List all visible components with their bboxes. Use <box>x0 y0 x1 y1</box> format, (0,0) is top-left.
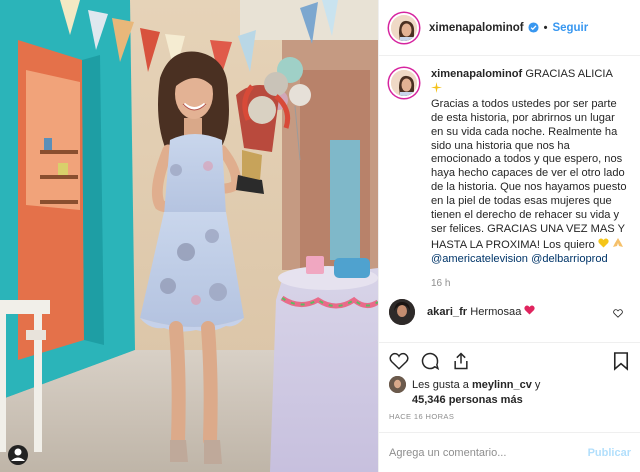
post-timestamp[interactable]: HACE 16 HORAS <box>389 412 454 421</box>
praying-hands-icon <box>612 237 624 251</box>
photo-scene <box>0 0 378 472</box>
likes-prefix: Les gusta a <box>412 378 469 391</box>
separator-dot: • <box>543 21 548 34</box>
action-bar <box>379 342 640 378</box>
comment-input[interactable] <box>389 446 588 459</box>
share-icon[interactable] <box>451 351 471 371</box>
verified-badge-icon <box>528 22 539 33</box>
comment-text-wrap: akari_fr Hermosaa <box>427 305 536 319</box>
sparkles-icon <box>431 81 442 96</box>
mention-link[interactable]: @delbarrioprod <box>531 253 608 265</box>
username-link[interactable]: ximenapalominof <box>429 22 524 34</box>
avatar[interactable] <box>389 298 415 325</box>
bookmark-icon[interactable] <box>613 351 629 374</box>
add-comment-bar: Publicar <box>379 432 640 472</box>
caption-time[interactable]: 16 h <box>431 277 627 291</box>
comment-username[interactable]: akari_fr <box>427 306 467 318</box>
caption-text: Gracias a todos ustedes por ser parte de… <box>431 97 627 251</box>
comments-section: ximenapalominof GRACIAS ALICIA Gracias a… <box>379 56 640 342</box>
likes-count[interactable]: 45,346 personas más <box>412 394 523 406</box>
caption-body: ximenapalominof GRACIAS ALICIA Gracias a… <box>431 68 627 291</box>
red-heart-icon <box>524 305 536 318</box>
avatar[interactable] <box>389 68 419 98</box>
liker-username[interactable]: meylinn_cv <box>472 378 532 392</box>
avatar-photo <box>389 376 406 393</box>
yellow-heart-icon <box>598 238 612 251</box>
avatar-photo <box>389 298 415 325</box>
comment-icon[interactable] <box>420 351 440 371</box>
caption: ximenapalominof GRACIAS ALICIA Gracias a… <box>389 68 631 291</box>
post-sidebar: ximenapalominof • Seguir ximenapalominof… <box>378 0 640 472</box>
comment-item: akari_fr Hermosaa <box>389 298 631 325</box>
avatar-photo <box>391 70 417 96</box>
follow-button[interactable]: Seguir <box>552 22 588 34</box>
caption-username[interactable]: ximenapalominof <box>431 68 522 80</box>
post-header: ximenapalominof • Seguir <box>379 0 640 56</box>
likes-joiner: y <box>534 378 541 391</box>
like-comment-icon[interactable] <box>613 308 623 321</box>
likes-summary: Les gusta a meylinn_cv y 45,346 personas… <box>389 376 634 407</box>
post-photo[interactable] <box>0 0 378 472</box>
comment-text: Hermosaa <box>470 306 522 319</box>
avatar[interactable] <box>389 12 419 43</box>
caption-greeting: GRACIAS ALICIA <box>525 68 613 80</box>
publish-button[interactable]: Publicar <box>588 447 631 459</box>
avatar-photo <box>391 14 417 41</box>
avatar[interactable] <box>389 376 406 393</box>
heart-icon[interactable] <box>389 352 409 370</box>
mention-link[interactable]: @americatelevision <box>431 253 528 265</box>
